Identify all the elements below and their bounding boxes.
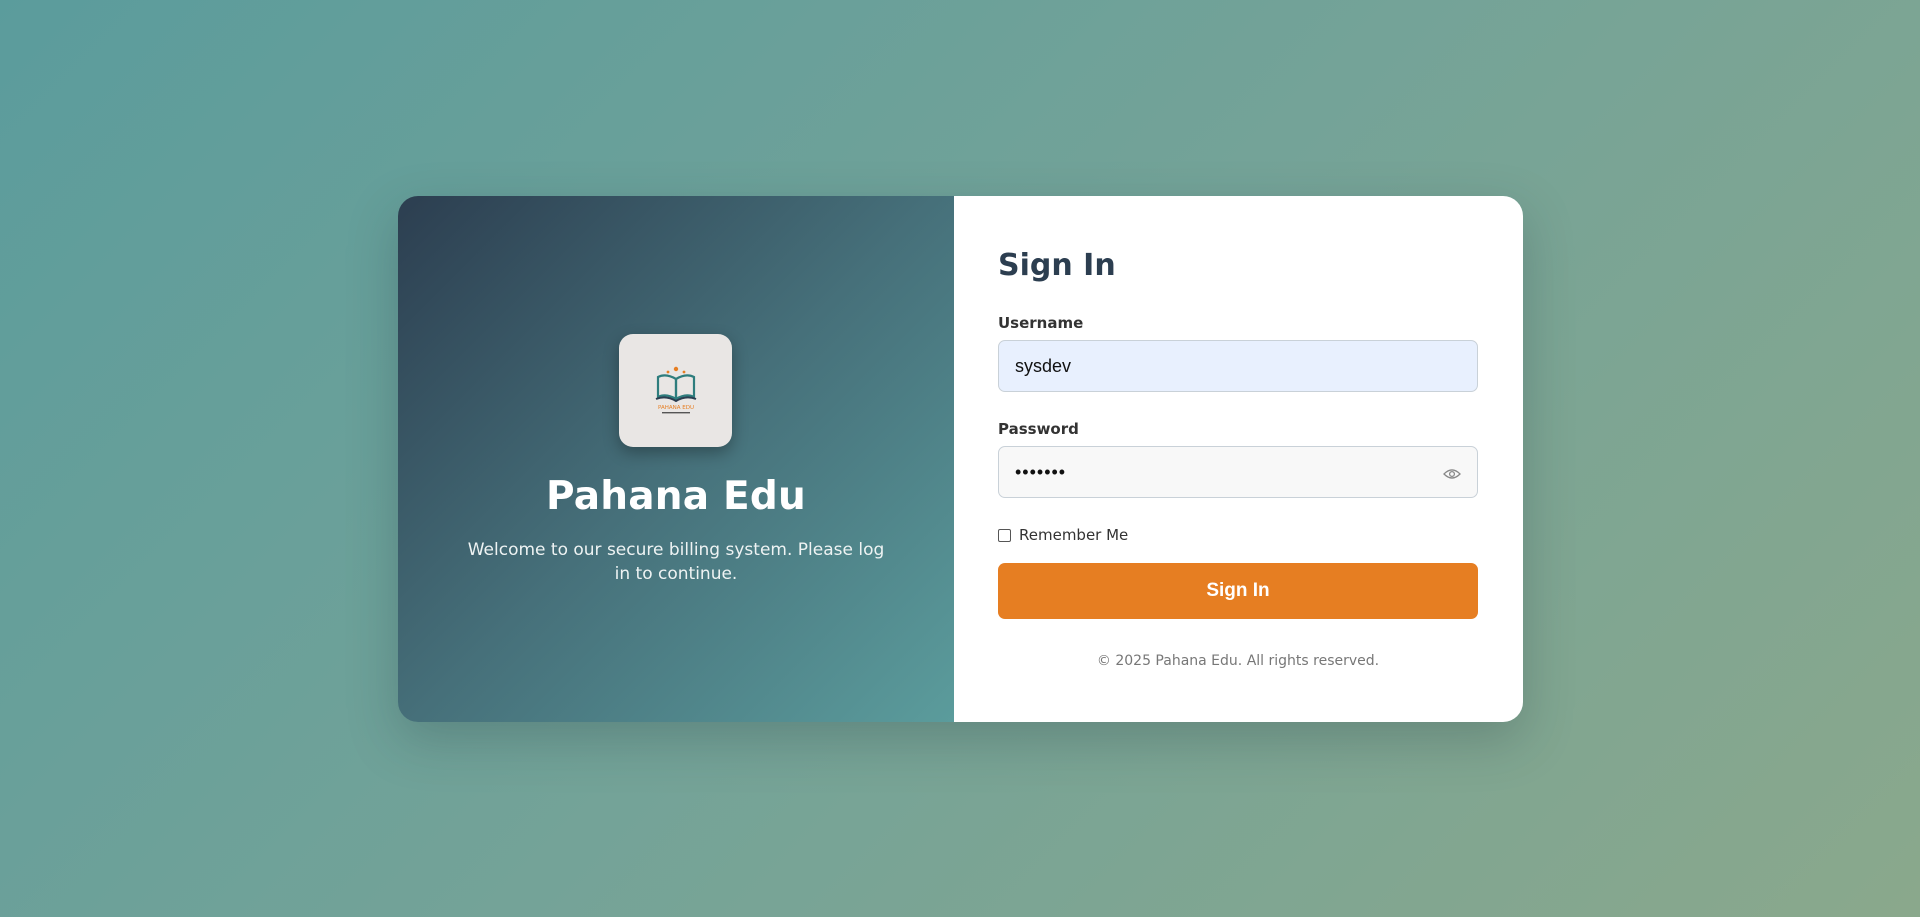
- remember-me-label[interactable]: Remember Me: [1019, 526, 1128, 544]
- brand-panel: PAHANA EDU Pahana Edu Welcome to our sec…: [398, 196, 954, 722]
- brand-title: Pahana Edu: [546, 474, 806, 519]
- username-input[interactable]: [998, 340, 1478, 392]
- login-card: PAHANA EDU Pahana Edu Welcome to our sec…: [398, 196, 1523, 722]
- password-input[interactable]: [998, 446, 1478, 498]
- copyright-footer: © 2025 Pahana Edu. All rights reserved.: [1096, 653, 1380, 669]
- remember-me-row[interactable]: Remember Me: [998, 526, 1128, 544]
- remember-me-checkbox[interactable]: [998, 528, 1011, 542]
- brand-subtitle: Welcome to our secure billing system. Pl…: [467, 540, 885, 584]
- username-label: Username: [998, 314, 1084, 332]
- signin-panel: Sign In Username Password Remember Me Si…: [954, 196, 1523, 722]
- eye-icon[interactable]: [1443, 468, 1461, 480]
- open-book-logo-icon: PAHANA EDU: [655, 366, 696, 413]
- signin-heading: Sign In: [998, 248, 1116, 283]
- logo: PAHANA EDU: [619, 334, 732, 447]
- signin-button[interactable]: Sign In: [998, 563, 1478, 619]
- password-label: Password: [998, 420, 1079, 438]
- logo-text: PAHANA EDU: [658, 405, 694, 411]
